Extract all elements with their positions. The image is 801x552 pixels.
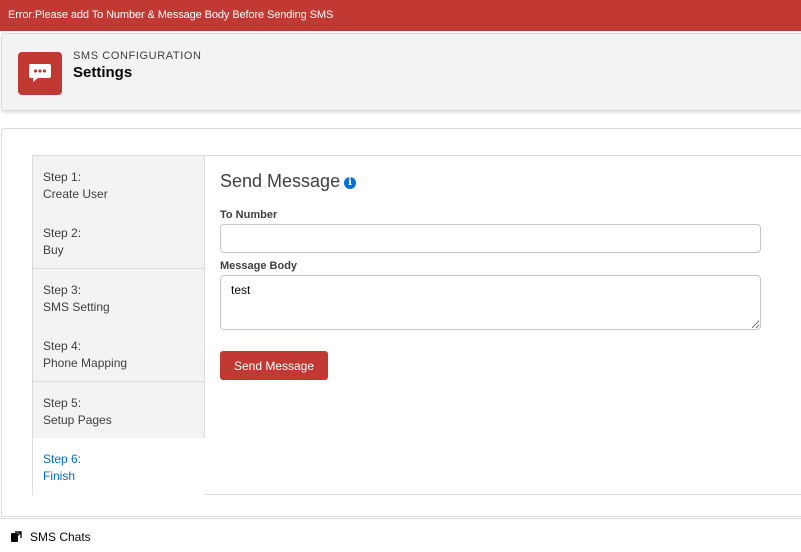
message-body-label: Message Body [220,260,298,272]
step-5-tab[interactable]: Step 5: Setup Pages [33,382,205,439]
step-4-tab[interactable]: Step 4: Phone Mapping [33,325,205,382]
header-subtitle: SMS CONFIGURATION [73,50,202,62]
to-number-label: To Number [220,209,278,221]
section-title: Send Message i [220,171,357,192]
step-number: Step 4: [43,339,82,353]
step-6-tab[interactable]: Step 6: Finish [33,438,205,495]
chat-bubble-icon [18,52,62,95]
step-list: Step 1: Create User Step 2: Buy Step 3: … [33,156,205,495]
step-number: Step 2: [43,226,82,240]
step-3-tab[interactable]: Step 3: SMS Setting [33,269,205,326]
info-icon[interactable]: i [344,177,357,189]
to-number-input[interactable] [220,224,761,253]
step-number: Step 3: [43,283,82,297]
page-title: Settings [73,64,133,81]
step-label: Create User [43,187,108,201]
step-2-tab[interactable]: Step 2: Buy [33,212,205,269]
step-label: Setup Pages [43,413,112,427]
error-banner: Error:Please add To Number & Message Bod… [0,0,801,31]
step-number: Step 6: [43,452,82,466]
chat-popout-icon [11,531,22,542]
sms-chats-label: SMS Chats [30,530,91,544]
step-1-tab[interactable]: Step 1: Create User [33,156,205,213]
wizard-panel: Step 1: Create User Step 2: Buy Step 3: … [32,155,801,495]
step-label: Phone Mapping [43,356,128,370]
form-title: Send Message [220,171,341,191]
step-label: Finish [43,469,76,483]
message-body-textarea[interactable]: test [220,275,761,330]
step-label: SMS Setting [43,300,110,314]
sms-chats-item[interactable]: SMS Chats [10,530,91,544]
page-header: SMS CONFIGURATION Settings [1,33,801,111]
error-message: Error:Please add To Number & Message Bod… [8,9,334,21]
step-label: Buy [43,243,64,257]
send-message-button[interactable]: Send Message [220,351,328,380]
step-number: Step 5: [43,396,82,410]
utility-bar: SMS Chats [0,518,801,552]
step-number: Step 1: [43,170,82,184]
